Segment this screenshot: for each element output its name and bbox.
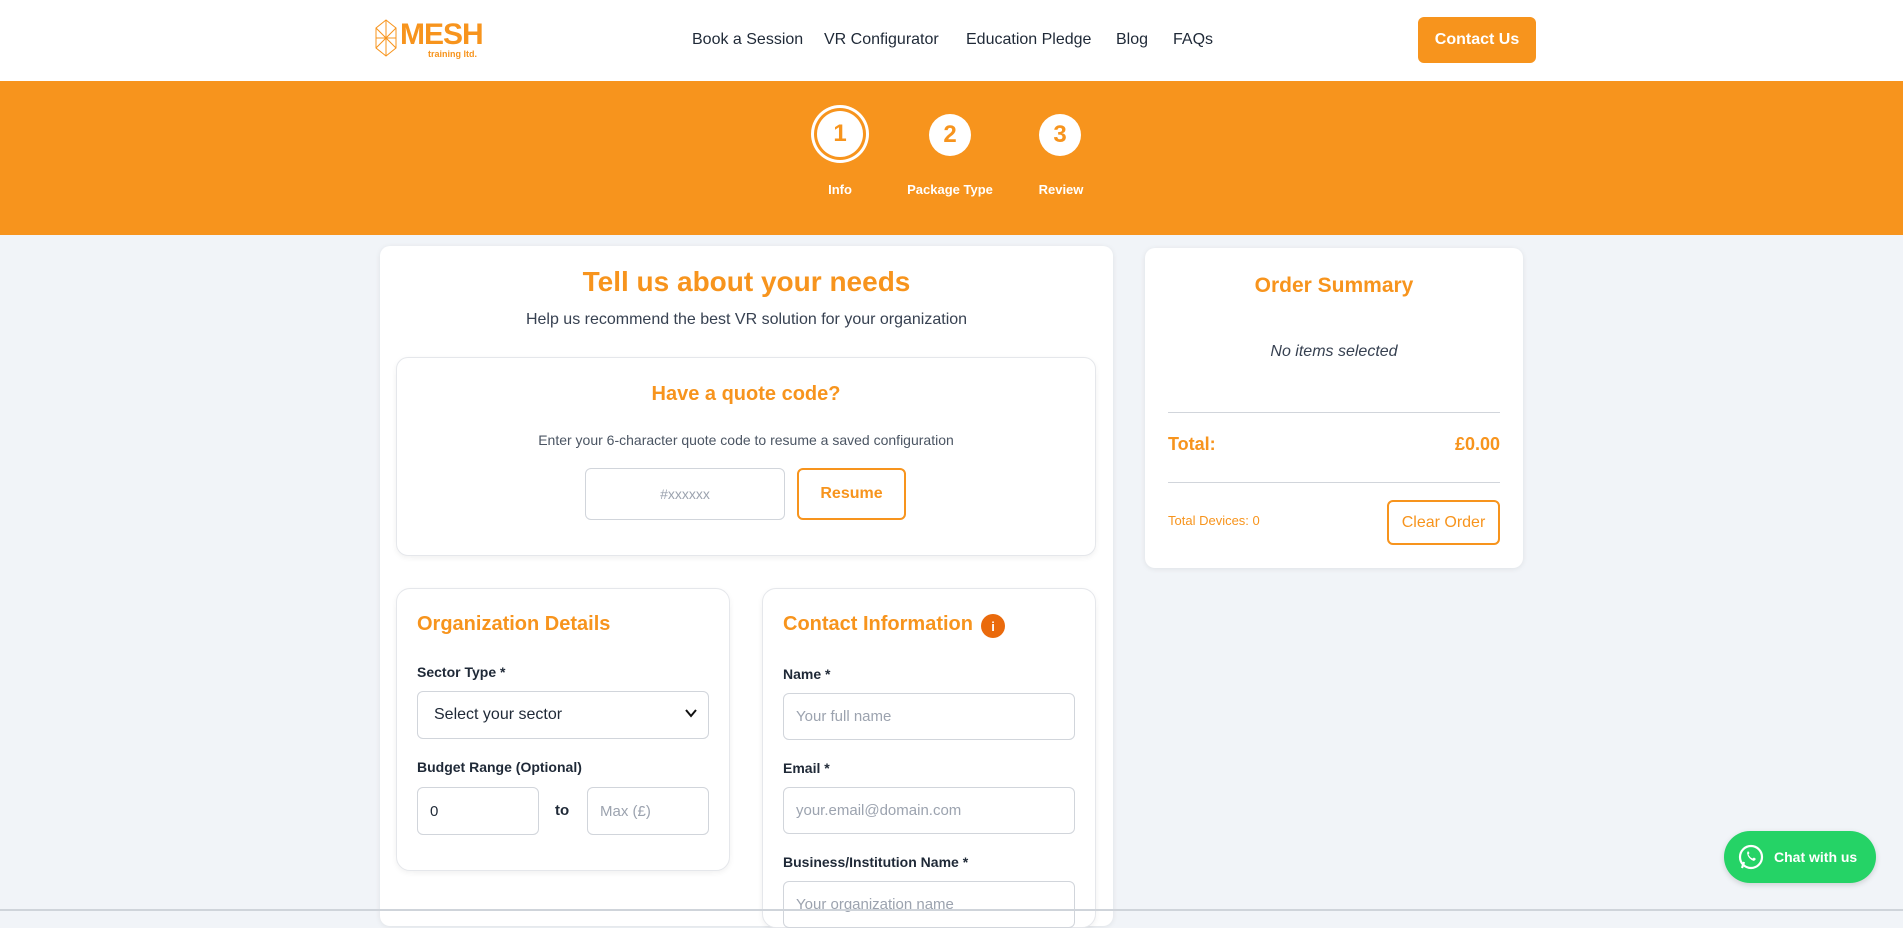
resume-button[interactable]: Resume bbox=[797, 468, 906, 520]
nav-education-pledge[interactable]: Education Pledge bbox=[966, 31, 1091, 49]
quote-title: Have a quote code? bbox=[651, 383, 841, 405]
chat-label: Chat with us bbox=[1774, 849, 1858, 865]
quote-code-panel: Have a quote code? Enter your 6-characte… bbox=[396, 357, 1096, 556]
budget-min-input[interactable] bbox=[417, 787, 539, 835]
budget-max-input[interactable] bbox=[587, 787, 709, 835]
step-number: 2 bbox=[929, 114, 971, 156]
progress-stepper: 1 Info 2 Package Type 3 Review bbox=[0, 81, 1903, 235]
whatsapp-icon bbox=[1738, 844, 1764, 870]
total-devices: Total Devices: 0 bbox=[1168, 513, 1260, 528]
organization-details-card: Organization Details Sector Type * Selec… bbox=[396, 588, 730, 871]
chevron-down-icon bbox=[685, 709, 697, 718]
page-title: Tell us about your needs bbox=[582, 266, 911, 297]
nav-blog[interactable]: Blog bbox=[1116, 31, 1148, 49]
total-label: Total: bbox=[1168, 434, 1216, 454]
nav-book-session[interactable]: Book a Session bbox=[692, 31, 803, 49]
email-label: Email * bbox=[783, 760, 830, 776]
quote-description: Enter your 6-character quote code to res… bbox=[538, 432, 954, 448]
sector-select[interactable]: Select your sector bbox=[417, 691, 709, 739]
business-input[interactable] bbox=[783, 881, 1075, 928]
contact-title: Contact Information bbox=[783, 613, 973, 635]
whatsapp-chat-button[interactable]: Chat with us bbox=[1724, 831, 1876, 883]
divider bbox=[1168, 412, 1500, 413]
email-input[interactable] bbox=[783, 787, 1075, 834]
organization-title: Organization Details bbox=[417, 613, 611, 635]
clear-order-button[interactable]: Clear Order bbox=[1387, 500, 1500, 545]
name-input[interactable] bbox=[783, 693, 1075, 740]
budget-to-label: to bbox=[555, 802, 570, 819]
step-label: Info bbox=[828, 182, 852, 197]
logo-text: MESH bbox=[400, 18, 484, 51]
sector-select-value: Select your sector bbox=[434, 706, 563, 723]
logo-subtitle: training ltd. bbox=[428, 49, 477, 59]
page-subtitle: Help us recommend the best VR solution f… bbox=[525, 311, 968, 328]
order-summary-card: Order Summary No items selected Total: £… bbox=[1145, 248, 1523, 568]
step-number: 3 bbox=[1039, 114, 1081, 156]
contact-us-button[interactable]: Contact Us bbox=[1418, 17, 1536, 63]
budget-label: Budget Range (Optional) bbox=[417, 759, 582, 775]
nav-vr-configurator[interactable]: VR Configurator bbox=[824, 31, 939, 49]
business-label: Business/Institution Name * bbox=[783, 854, 969, 870]
summary-title: Order Summary bbox=[1254, 274, 1414, 297]
total-value: £0.00 bbox=[1454, 434, 1500, 454]
info-icon[interactable]: i bbox=[981, 614, 1005, 638]
nav-faqs[interactable]: FAQs bbox=[1173, 31, 1213, 49]
site-header: MESH training ltd. Book a Session VR Con… bbox=[0, 0, 1903, 81]
divider bbox=[1168, 482, 1500, 483]
step-label: Review bbox=[1038, 182, 1084, 197]
contact-information-card: Contact Information i Name * Email * Bus… bbox=[762, 588, 1096, 928]
quote-code-input[interactable] bbox=[585, 468, 785, 520]
step-label: Package Type bbox=[907, 182, 993, 197]
step-number: 1 bbox=[817, 111, 863, 157]
sector-label: Sector Type * bbox=[417, 664, 506, 680]
empty-order-text: No items selected bbox=[1270, 343, 1398, 360]
name-label: Name * bbox=[783, 666, 831, 682]
